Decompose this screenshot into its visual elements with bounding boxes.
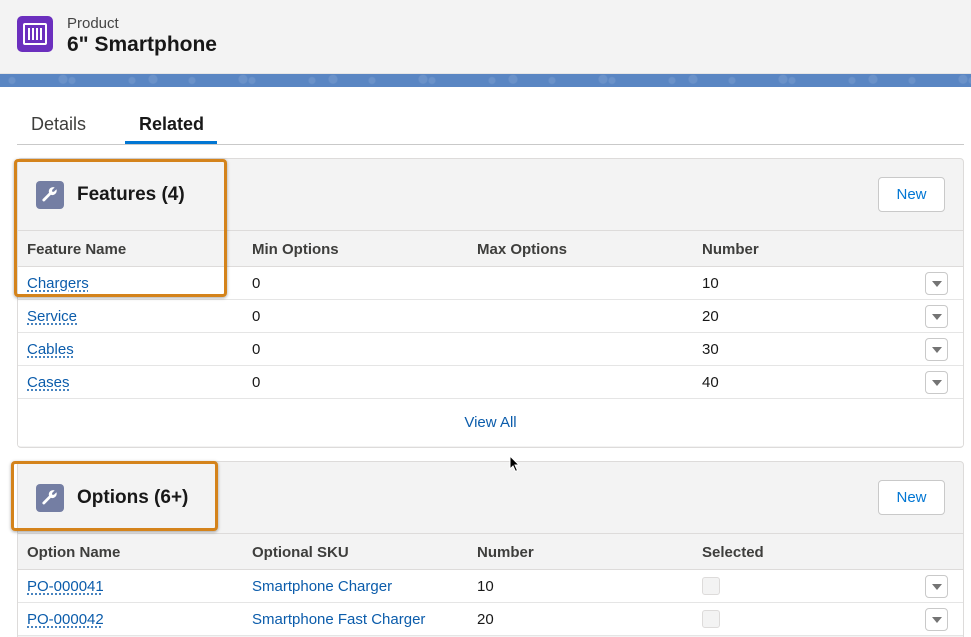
- view-all-link[interactable]: View All: [464, 414, 516, 431]
- options-table-header: Option Name Optional SKU Number Selected: [18, 533, 963, 570]
- selected-checkbox: [702, 577, 720, 595]
- features-related-list: Features (4) New Feature Name Min Option…: [17, 158, 964, 448]
- column-header-optional-sku[interactable]: Optional SKU: [252, 544, 349, 561]
- number-cell: 10: [477, 578, 494, 595]
- row-actions-dropdown[interactable]: [925, 608, 948, 631]
- features-table: Feature Name Min Options Max Options Num…: [18, 230, 963, 446]
- number-cell: 40: [702, 374, 719, 391]
- product-barcode-icon: [17, 16, 53, 52]
- number-cell: 20: [702, 308, 719, 325]
- options-new-button[interactable]: New: [878, 480, 945, 515]
- decorative-banner: [0, 74, 971, 87]
- tab-details[interactable]: Details: [31, 114, 86, 135]
- option-name-link[interactable]: PO-000042: [27, 611, 104, 628]
- column-header-number[interactable]: Number: [477, 544, 534, 561]
- selected-checkbox: [702, 610, 720, 628]
- row-actions-dropdown[interactable]: [925, 272, 948, 295]
- feature-name-link[interactable]: Service: [27, 308, 77, 325]
- optional-sku-link[interactable]: Smartphone Charger: [252, 578, 392, 595]
- min-options-cell: 0: [252, 275, 261, 292]
- row-actions-dropdown[interactable]: [925, 575, 948, 598]
- feature-name-link[interactable]: Cases: [27, 374, 70, 391]
- column-header-option-name[interactable]: Option Name: [27, 544, 120, 561]
- options-card-title[interactable]: Options (6+): [77, 487, 188, 509]
- column-header-max-options[interactable]: Max Options: [477, 241, 567, 258]
- number-cell: 20: [477, 611, 494, 628]
- table-row: PO-000041 Smartphone Charger 10: [18, 570, 963, 603]
- table-row: PO-000042 Smartphone Fast Charger 20: [18, 603, 963, 636]
- chevron-down-icon: [931, 280, 942, 287]
- record-header: Product 6" Smartphone: [0, 0, 971, 74]
- chevron-down-icon: [931, 313, 942, 320]
- optional-sku-link[interactable]: Smartphone Fast Charger: [252, 611, 425, 628]
- chevron-down-icon: [931, 616, 942, 623]
- row-actions-dropdown[interactable]: [925, 305, 948, 328]
- tab-related[interactable]: Related: [139, 114, 204, 135]
- chevron-down-icon: [931, 583, 942, 590]
- options-related-list: Options (6+) New Option Name Optional SK…: [17, 461, 964, 637]
- column-header-min-options[interactable]: Min Options: [252, 241, 339, 258]
- row-actions-dropdown[interactable]: [925, 371, 948, 394]
- features-new-button[interactable]: New: [878, 177, 945, 212]
- column-header-selected[interactable]: Selected: [702, 544, 764, 561]
- active-tab-indicator: [125, 141, 217, 144]
- feature-name-link[interactable]: Chargers: [27, 275, 89, 292]
- number-cell: 30: [702, 341, 719, 358]
- options-table: Option Name Optional SKU Number Selected…: [18, 533, 963, 636]
- tab-bar: Details Related: [17, 100, 964, 145]
- object-type-label: Product: [67, 15, 119, 32]
- mouse-cursor-icon: [509, 455, 521, 473]
- chevron-down-icon: [931, 346, 942, 353]
- number-cell: 10: [702, 275, 719, 292]
- feature-name-link[interactable]: Cables: [27, 341, 74, 358]
- features-view-all-footer: View All: [18, 399, 963, 446]
- table-row: Service 0 20: [18, 300, 963, 333]
- column-header-number[interactable]: Number: [702, 241, 759, 258]
- table-row: Chargers 0 10: [18, 267, 963, 300]
- min-options-cell: 0: [252, 308, 261, 325]
- record-title: 6" Smartphone: [67, 33, 217, 56]
- min-options-cell: 0: [252, 341, 261, 358]
- options-card-header: Options (6+) New: [18, 462, 963, 533]
- min-options-cell: 0: [252, 374, 261, 391]
- column-header-feature-name[interactable]: Feature Name: [27, 241, 126, 258]
- option-name-link[interactable]: PO-000041: [27, 578, 104, 595]
- wrench-icon: [36, 484, 64, 512]
- features-card-title[interactable]: Features (4): [77, 184, 185, 206]
- features-table-header: Feature Name Min Options Max Options Num…: [18, 230, 963, 267]
- row-actions-dropdown[interactable]: [925, 338, 948, 361]
- table-row: Cases 0 40: [18, 366, 963, 399]
- chevron-down-icon: [931, 379, 942, 386]
- table-row: Cables 0 30: [18, 333, 963, 366]
- features-card-header: Features (4) New: [18, 159, 963, 230]
- wrench-icon: [36, 181, 64, 209]
